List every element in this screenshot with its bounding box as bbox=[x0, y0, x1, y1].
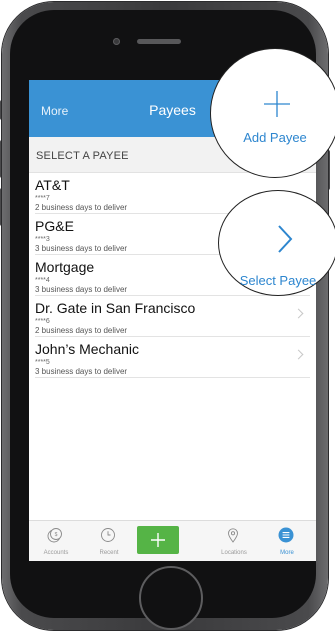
payee-name: AT&T bbox=[35, 177, 70, 193]
payee-account: ****3 bbox=[35, 236, 50, 243]
chevron-right-icon bbox=[293, 349, 304, 360]
more-icon bbox=[278, 527, 294, 543]
payee-name: Mortgage bbox=[35, 259, 95, 275]
select-payee-callout[interactable]: Select Payee bbox=[218, 190, 335, 296]
add-payee-label: Add Payee bbox=[243, 130, 307, 145]
payee-account: ****4 bbox=[35, 277, 50, 284]
accounts-icon: $ bbox=[47, 528, 62, 543]
chevron-right-icon bbox=[278, 225, 293, 253]
front-camera bbox=[113, 38, 120, 45]
payee-row[interactable]: Dr. Gate in San Francisco ****6 2 busine… bbox=[35, 296, 310, 337]
home-button[interactable] bbox=[139, 566, 203, 630]
tab-accounts[interactable]: $ Accounts bbox=[31, 521, 81, 561]
plus-icon bbox=[264, 91, 290, 117]
section-header-label: SELECT A PAYEE bbox=[36, 150, 129, 162]
payee-account: ****5 bbox=[35, 359, 50, 366]
location-pin-icon bbox=[228, 528, 238, 543]
tab-label: Recent bbox=[99, 550, 119, 556]
earpiece-speaker bbox=[137, 39, 181, 44]
select-payee-label: Select Payee bbox=[239, 273, 317, 288]
payee-account: ****7 bbox=[35, 195, 50, 202]
tab-label: Accounts bbox=[43, 550, 69, 556]
tab-label: Locations bbox=[221, 550, 247, 556]
tab-locations[interactable]: Locations bbox=[209, 521, 259, 561]
payee-delivery: 3 business days to deliver bbox=[35, 244, 128, 253]
payee-name: Dr. Gate in San Francisco bbox=[35, 300, 196, 316]
payee-row[interactable]: John’s Mechanic ****5 3 business days to… bbox=[35, 337, 310, 378]
add-button[interactable] bbox=[137, 526, 179, 554]
payee-delivery: 2 business days to deliver bbox=[35, 326, 128, 335]
payee-delivery: 3 business days to deliver bbox=[35, 285, 128, 294]
plus-icon bbox=[151, 533, 165, 547]
chevron-right-icon bbox=[293, 308, 304, 319]
add-payee-callout[interactable]: Add Payee bbox=[210, 48, 335, 178]
payee-delivery: 2 business days to deliver bbox=[35, 203, 128, 212]
payee-account: ****6 bbox=[35, 318, 50, 325]
tab-recent[interactable]: Recent bbox=[84, 521, 134, 561]
tab-bar: $ Accounts Recent Locations More bbox=[29, 520, 316, 561]
clock-icon bbox=[101, 528, 115, 542]
payee-delivery: 3 business days to deliver bbox=[35, 367, 128, 376]
payee-name: PG&E bbox=[35, 218, 74, 234]
svg-text:$: $ bbox=[55, 532, 58, 538]
tab-more[interactable]: More bbox=[262, 521, 312, 561]
payee-name: John’s Mechanic bbox=[35, 341, 140, 357]
tab-label: More bbox=[280, 550, 294, 556]
